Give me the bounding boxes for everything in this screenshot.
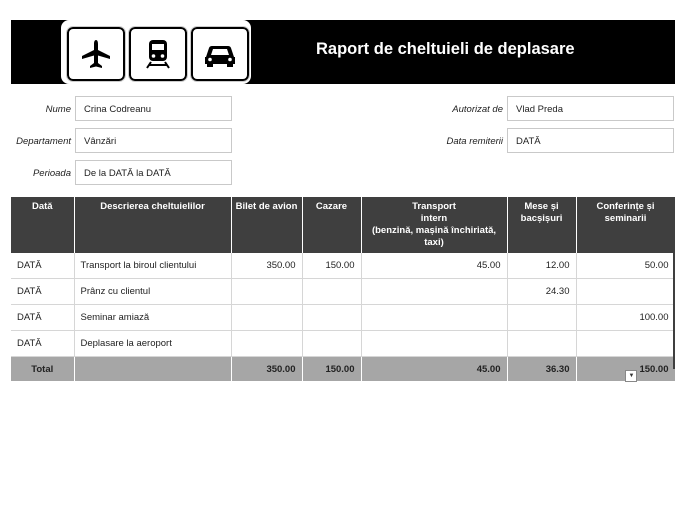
cell-date[interactable]: DATĂ — [11, 253, 75, 279]
col-header-transport[interactable]: Transport intern (benzină, mașină închir… — [361, 197, 508, 253]
col-header-meals[interactable]: Mese și bacșișuri — [507, 197, 577, 253]
meals-header-line1: Mese și — [524, 201, 559, 212]
cell-airfare[interactable] — [231, 330, 303, 357]
col-header-lodging[interactable]: Cazare — [302, 197, 362, 253]
cell-meals[interactable] — [507, 304, 577, 331]
submit-date-field[interactable]: DATĂ — [507, 128, 674, 153]
col-header-date[interactable]: Dată — [11, 197, 75, 253]
transport-header-line3: (benzină, mașină închiriată, taxi) — [371, 225, 497, 248]
cell-meals[interactable] — [507, 330, 577, 357]
cell-conferences[interactable]: 100.00 — [576, 304, 675, 331]
cell-conferences[interactable] — [576, 278, 675, 305]
meals-header-line2: bacșișuri — [520, 213, 563, 224]
cell-lodging[interactable] — [302, 330, 362, 357]
cell-lodging[interactable] — [302, 304, 362, 331]
table-header-row: Dată Descrierea cheltuielilor Bilet de a… — [11, 197, 675, 253]
transport-header-line1: Transport — [412, 201, 456, 212]
total-transport[interactable]: 45.00 — [361, 356, 508, 381]
period-field[interactable]: De la DATĂ la DATĂ — [75, 160, 232, 185]
submit-date-label: Data remiterii — [446, 136, 504, 147]
name-label: Nume — [45, 104, 71, 115]
authorized-label: Autorizat de — [452, 104, 503, 115]
cell-airfare[interactable] — [231, 304, 303, 331]
cell-lodging[interactable] — [302, 278, 362, 305]
cell-transport[interactable] — [361, 330, 508, 357]
cell-transport[interactable]: 45.00 — [361, 253, 508, 279]
table-row: DATĂ Seminar amiază 100.00 — [11, 304, 675, 331]
col-header-airfare[interactable]: Bilet de avion — [231, 197, 303, 253]
cell-airfare[interactable]: 350.00 — [231, 253, 303, 279]
cell-airfare[interactable] — [231, 278, 303, 305]
total-label: Total — [11, 356, 75, 381]
col-header-description[interactable]: Descrierea cheltuielilor — [74, 197, 232, 253]
cell-date[interactable]: DATĂ — [11, 304, 75, 331]
report-title: Raport de cheltuieli de deplasare — [316, 40, 575, 58]
cell-conferences[interactable] — [576, 330, 675, 357]
total-lodging[interactable]: 150.00 — [302, 356, 362, 381]
authorized-field[interactable]: Vlad Preda — [507, 96, 674, 121]
cell-date[interactable]: DATĂ — [11, 330, 75, 357]
cell-meals[interactable]: 24.30 — [507, 278, 577, 305]
airplane-icon — [66, 26, 126, 82]
conf-header-line2: seminarii — [604, 213, 647, 224]
cell-meals[interactable]: 12.00 — [507, 253, 577, 279]
total-row: Total 350.00 150.00 45.00 36.30 ▼150.00 — [11, 356, 675, 382]
cell-description[interactable]: Seminar amiază — [74, 304, 232, 331]
cell-lodging[interactable]: 150.00 — [302, 253, 362, 279]
cell-description[interactable]: Prânz cu clientul — [74, 278, 232, 305]
cell-transport[interactable] — [361, 304, 508, 331]
col-header-conferences[interactable]: Conferințe și seminarii — [576, 197, 675, 253]
total-description-empty — [74, 356, 232, 381]
total-meals[interactable]: 36.30 — [507, 356, 577, 381]
cell-description[interactable]: Transport la biroul clientului — [74, 253, 232, 279]
department-field[interactable]: Vânzări — [75, 128, 232, 153]
train-icon — [128, 26, 188, 82]
total-conferences-cell[interactable]: ▼150.00 — [576, 356, 675, 382]
expense-table: Dată Descrierea cheltuielilor Bilet de a… — [11, 197, 675, 382]
conf-header-line1: Conferințe și — [596, 201, 655, 212]
name-field[interactable]: Crina Codreanu — [75, 96, 232, 121]
transport-header-line2: intern — [420, 213, 448, 224]
total-airfare[interactable]: 350.00 — [231, 356, 303, 381]
cell-conferences[interactable]: 50.00 — [576, 253, 675, 279]
table-row: DATĂ Prânz cu clientul 24.30 — [11, 278, 675, 305]
car-icon — [190, 26, 250, 82]
table-row: DATĂ Deplasare la aeroport — [11, 330, 675, 357]
filter-dropdown-icon[interactable]: ▼ — [625, 370, 638, 382]
table-row: DATĂ Transport la biroul clientului 350.… — [11, 253, 675, 279]
cell-description[interactable]: Deplasare la aeroport — [74, 330, 232, 357]
department-label: Departament — [16, 136, 71, 147]
cell-date[interactable]: DATĂ — [11, 278, 75, 305]
total-conferences: 150.00 — [639, 364, 669, 375]
period-label: Perioada — [32, 168, 71, 179]
cell-transport[interactable] — [361, 278, 508, 305]
